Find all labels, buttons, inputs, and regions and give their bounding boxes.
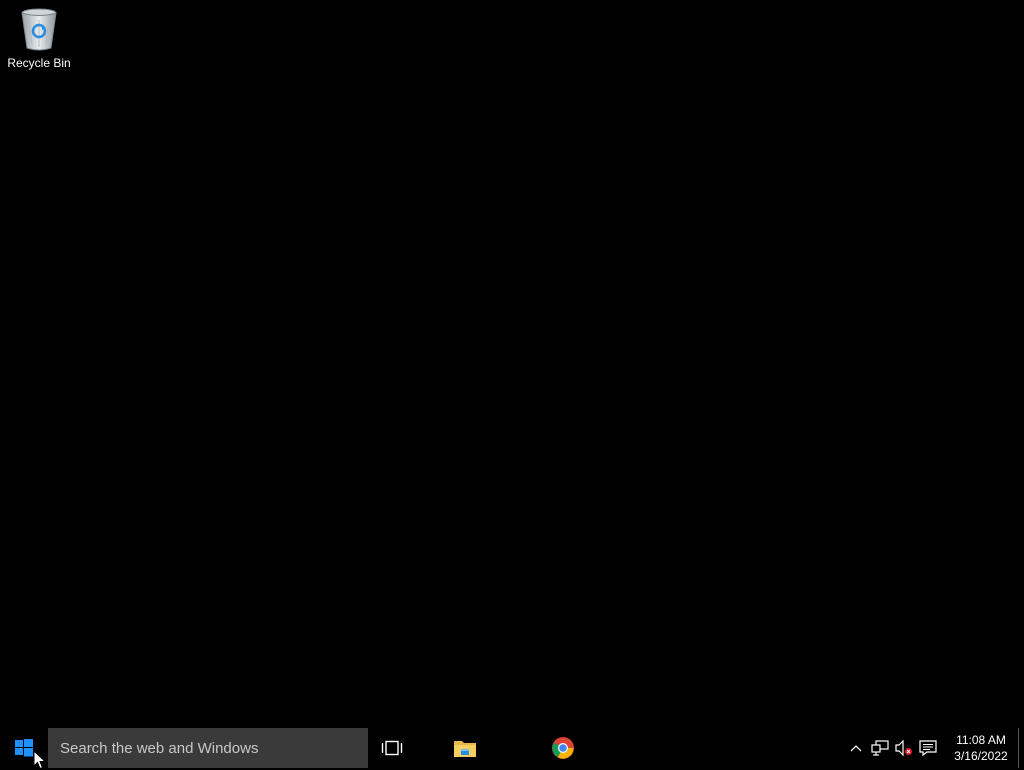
volume-muted-icon xyxy=(895,740,912,756)
show-hidden-icons-button[interactable] xyxy=(844,728,868,768)
system-tray: 11:08 AM 3/16/2022 xyxy=(844,728,1024,768)
file-explorer-icon xyxy=(454,741,476,757)
chrome-icon xyxy=(552,737,574,759)
desktop-icon-label: Recycle Bin xyxy=(7,56,71,70)
network-button[interactable] xyxy=(868,728,892,768)
taskbar-spacer xyxy=(612,728,844,768)
desktop-icon-recycle-bin[interactable]: Recycle Bin xyxy=(4,6,74,74)
chevron-up-icon xyxy=(850,745,862,752)
network-icon xyxy=(871,740,889,756)
search-placeholder: Search the web and Windows xyxy=(60,739,259,757)
taskbar-file-explorer[interactable] xyxy=(416,728,514,768)
recycle-bin-icon xyxy=(17,6,61,52)
show-desktop-button[interactable] xyxy=(1018,728,1024,768)
search-input[interactable]: Search the web and Windows xyxy=(48,728,368,768)
clock-time: 11:08 AM xyxy=(956,733,1006,747)
taskbar-clock[interactable]: 11:08 AM 3/16/2022 xyxy=(946,728,1016,768)
action-center-icon xyxy=(919,740,937,756)
desktop: Recycle Bin xyxy=(0,0,1024,728)
action-center-button[interactable] xyxy=(916,728,940,768)
taskbar-chrome[interactable] xyxy=(514,728,612,768)
mouse-cursor-icon xyxy=(33,750,47,770)
task-view-icon xyxy=(381,740,403,756)
taskbar: Search the web and Windows 11:08 AM 3/16… xyxy=(0,728,1024,768)
windows-logo-icon xyxy=(15,739,33,757)
volume-button[interactable] xyxy=(892,728,916,768)
clock-date: 3/16/2022 xyxy=(954,749,1008,763)
task-view-button[interactable] xyxy=(368,728,416,768)
